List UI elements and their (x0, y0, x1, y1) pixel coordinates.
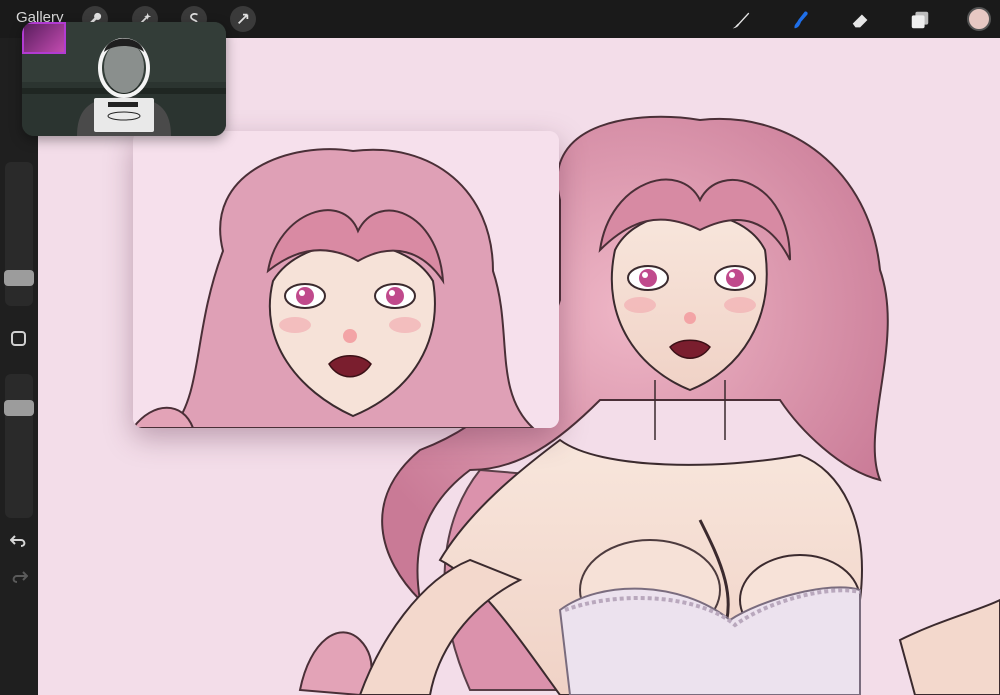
square-modify-icon[interactable] (11, 331, 26, 346)
layers-icon[interactable] (907, 7, 933, 33)
self-view-thumbnail (22, 22, 66, 54)
reference-image (133, 131, 559, 428)
left-sidebar (0, 38, 38, 695)
eraser-icon[interactable] (848, 7, 874, 33)
opacity-thumb[interactable] (4, 400, 34, 416)
brush-icon[interactable] (728, 7, 754, 33)
brush-size-thumb[interactable] (4, 270, 34, 286)
redo-icon[interactable] (10, 568, 28, 586)
video-call-pip[interactable] (22, 22, 226, 136)
undo-icon[interactable] (10, 532, 28, 550)
color-picker-swatch[interactable] (967, 7, 991, 31)
reference-window[interactable] (133, 131, 559, 428)
procreate-app: Gallery (0, 0, 1000, 695)
smudge-finger-icon[interactable] (788, 7, 814, 33)
opacity-slider[interactable] (4, 374, 34, 518)
brush-size-slider[interactable] (4, 162, 34, 306)
arrow-cursor-icon[interactable] (230, 6, 256, 32)
